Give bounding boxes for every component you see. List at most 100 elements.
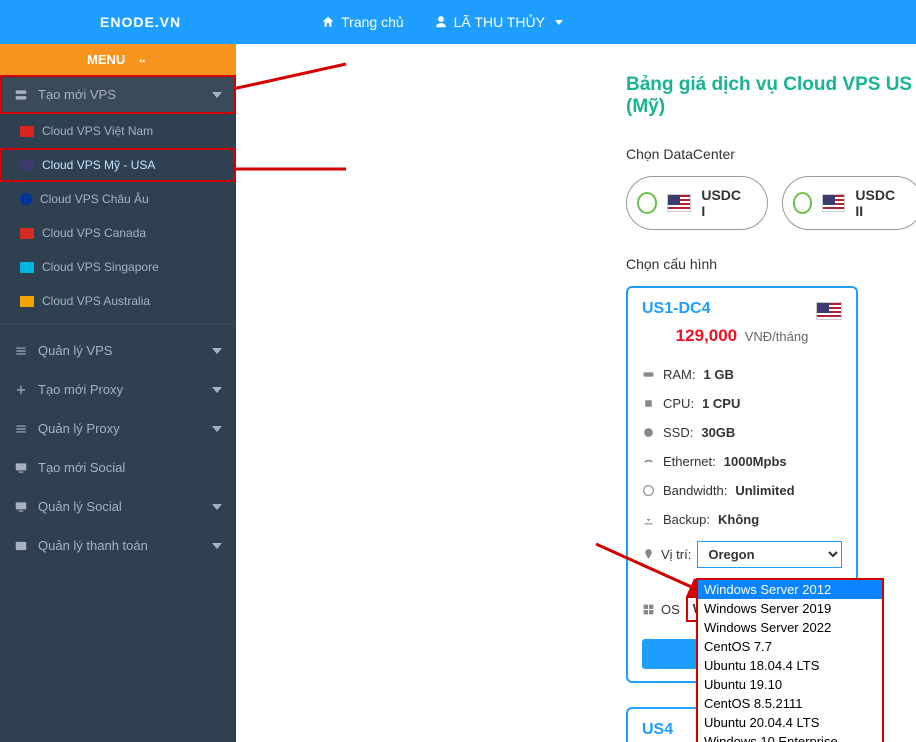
sidebar-item-label: Cloud VPS Canada [42, 226, 146, 240]
sidebar-group-create-proxy[interactable]: Tạo mới Proxy [0, 370, 236, 409]
spec-value: 1 CPU [702, 396, 740, 411]
menu-toggle-button[interactable]: MENU [0, 44, 236, 75]
spec-value: 1000Mpbs [724, 454, 787, 469]
sidebar-group-manage-payment[interactable]: Quản lý thanh toán [0, 526, 236, 565]
main-content: Bảng giá dịch vụ Cloud VPS US (Mỹ) Chọn … [236, 44, 916, 742]
flag-us-icon [822, 194, 845, 212]
sidebar-item-vps-ca[interactable]: Cloud VPS Canada [0, 216, 236, 250]
sidebar-group-manage-social[interactable]: Quản lý Social [0, 487, 236, 526]
top-bar: ENODE.VN Trang chủ LÃ THU THỦY [0, 0, 916, 44]
ram-icon [642, 368, 655, 381]
os-option[interactable]: Ubuntu 20.04.4 LTS [698, 713, 882, 732]
list-icon [14, 422, 28, 436]
annotation-arrow [236, 54, 356, 104]
flag-ca-icon [20, 228, 34, 239]
sidebar-item-vps-sg[interactable]: Cloud VPS Singapore [0, 250, 236, 284]
sidebar-item-vps-eu[interactable]: Cloud VPS Châu Âu [0, 182, 236, 216]
spec-label: CPU: [663, 396, 694, 411]
datacenter-label: Chọn DataCenter [626, 146, 916, 162]
spec-ethernet: Ethernet: 1000Mpbs [642, 447, 842, 476]
flag-vn-icon [20, 126, 34, 137]
chevron-down-icon [212, 426, 222, 432]
chevron-down-icon [212, 387, 222, 393]
plus-icon [14, 383, 28, 397]
list-icon [14, 344, 28, 358]
sidebar-item-label: Cloud VPS Singapore [42, 260, 159, 274]
sidebar-group-manage-proxy[interactable]: Quản lý Proxy [0, 409, 236, 448]
windows-icon [642, 603, 655, 616]
monitor-icon [14, 461, 28, 475]
spec-location: Vị trí: Oregon [642, 534, 842, 575]
sidebar-group-label: Quản lý VPS [38, 343, 112, 358]
sidebar-group-label: Quản lý Proxy [38, 421, 120, 436]
chevron-double-left-icon [135, 56, 149, 66]
page-title: Bảng giá dịch vụ Cloud VPS US (Mỹ) [626, 74, 916, 118]
sidebar-item-label: Cloud VPS Australia [42, 294, 150, 308]
os-dropdown-menu[interactable]: Windows Server 2012 Windows Server 2019 … [696, 578, 884, 742]
os-option[interactable]: CentOS 8.5.2111 [698, 694, 882, 713]
monitor-icon [14, 500, 28, 514]
annotation-arrow [236, 144, 356, 194]
wifi-icon [642, 455, 655, 468]
os-option[interactable]: Ubuntu 19.10 [698, 675, 882, 694]
chevron-down-icon [212, 543, 222, 549]
spec-backup: Backup: Không [642, 505, 842, 534]
spec-label: Backup: [663, 512, 710, 527]
spec-cpu: CPU: 1 CPU [642, 389, 842, 418]
menu-label: MENU [87, 52, 125, 67]
globe-icon [642, 484, 655, 497]
plan-name: US1-DC4 [642, 300, 842, 318]
flag-us-icon [816, 302, 842, 320]
price-unit: VNĐ/tháng [745, 329, 809, 344]
user-icon [434, 15, 448, 29]
os-option[interactable]: CentOS 7.7 [698, 637, 882, 656]
spec-label: RAM: [663, 367, 696, 382]
spec-label: SSD: [663, 425, 693, 440]
sidebar-item-vps-vn[interactable]: Cloud VPS Việt Nam [0, 114, 236, 148]
sidebar-group-create-vps[interactable]: Tạo mới VPS [0, 75, 236, 114]
sidebar-item-label: Cloud VPS Việt Nam [42, 124, 153, 138]
server-icon [14, 88, 28, 102]
sidebar-item-vps-us[interactable]: Cloud VPS Mỹ - USA [0, 148, 236, 182]
nav-user-dropdown[interactable]: LÃ THU THỦY [434, 14, 563, 30]
os-option[interactable]: Ubuntu 18.04.4 LTS [698, 656, 882, 675]
spec-label: Ethernet: [663, 454, 716, 469]
os-option[interactable]: Windows 10 Enterprise [698, 732, 882, 742]
disk-icon [642, 426, 655, 439]
spec-label: OS [661, 602, 680, 617]
pin-icon [642, 548, 655, 561]
sidebar-group-create-social[interactable]: Tạo mới Social [0, 448, 236, 487]
location-select[interactable]: Oregon [697, 541, 842, 568]
datacenter-option-1[interactable]: USDC I [626, 176, 768, 230]
radio-icon [793, 192, 813, 214]
dc-label: USDC I [701, 187, 744, 219]
flag-sg-icon [20, 262, 34, 273]
home-icon [321, 15, 335, 29]
sidebar-group-label: Quản lý thanh toán [38, 538, 148, 553]
sidebar-group-label: Quản lý Social [38, 499, 122, 514]
brand-logo: ENODE.VN [100, 14, 181, 30]
dc-label: USDC II [855, 187, 900, 219]
sidebar-group-label: Tạo mới Social [38, 460, 125, 475]
datacenter-option-2[interactable]: USDC II [782, 176, 916, 230]
spec-value: 30GB [701, 425, 735, 440]
config-label: Chọn cấu hình [626, 256, 916, 272]
sidebar-group-manage-vps[interactable]: Quản lý VPS [0, 331, 236, 370]
spec-label: Bandwidth: [663, 483, 727, 498]
spec-ram: RAM: 1 GB [642, 360, 842, 389]
sidebar-item-label: Cloud VPS Mỹ - USA [42, 158, 155, 172]
os-option[interactable]: Windows Server 2019 [698, 599, 882, 618]
nav-home[interactable]: Trang chủ [321, 14, 404, 30]
sidebar-item-vps-au[interactable]: Cloud VPS Australia [0, 284, 236, 318]
sidebar-group-label: Tạo mới VPS [38, 87, 116, 102]
nav-user-label: LÃ THU THỦY [454, 14, 545, 30]
plan-price: 129,000 VNĐ/tháng [642, 326, 842, 346]
flag-eu-icon [20, 193, 32, 205]
sidebar: MENU Tạo mới VPS Cloud VPS Việt Nam Clou… [0, 44, 236, 742]
download-icon [642, 513, 655, 526]
os-option[interactable]: Windows Server 2012 [698, 580, 882, 599]
os-option[interactable]: Windows Server 2022 [698, 618, 882, 637]
spec-value: 1 GB [704, 367, 734, 382]
chevron-down-icon [212, 504, 222, 510]
flag-us-icon [20, 160, 34, 171]
